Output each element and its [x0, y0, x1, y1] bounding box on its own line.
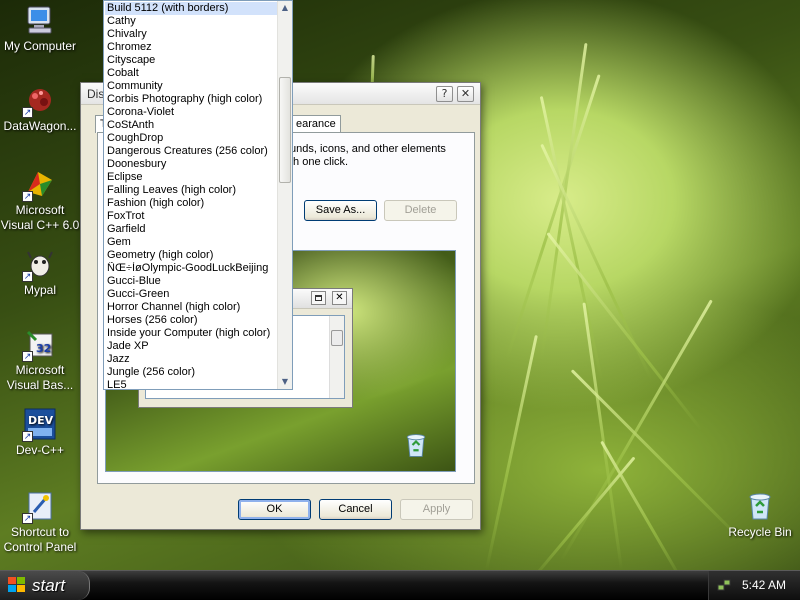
- button-label: Apply: [422, 503, 451, 515]
- theme-option[interactable]: Gucci-Blue: [105, 275, 277, 288]
- preview-recycle-bin-icon: [402, 431, 430, 459]
- clock[interactable]: 5:42 AM: [742, 571, 786, 600]
- desktop-icon-recycle-bin[interactable]: Recycle Bin: [720, 490, 800, 540]
- desktop-icon-label: Mypal: [23, 283, 56, 297]
- mypal-icon: ↗: [22, 248, 56, 282]
- theme-option[interactable]: Corona-Violet: [105, 106, 277, 119]
- visual-basic-icon: 32 ↗: [22, 328, 56, 362]
- start-button[interactable]: start: [0, 571, 90, 600]
- shortcut-arrow-icon: ↗: [22, 513, 33, 524]
- theme-option[interactable]: Jade XP: [105, 340, 277, 353]
- theme-option[interactable]: Horses (256 color): [105, 314, 277, 327]
- my-computer-icon: [24, 4, 56, 36]
- desktop-icon-label: DataWagon...: [3, 119, 77, 133]
- desktop-icon-my-computer[interactable]: My Computer: [0, 4, 80, 54]
- desktop-icon-label: Recycle Bin: [728, 525, 792, 539]
- desktop-icon-visual-cpp[interactable]: ↗ Microsoft Visual C++ 6.0: [0, 168, 80, 233]
- theme-option[interactable]: Corbis Photography (high color): [105, 93, 277, 106]
- windows-flag-icon: [8, 577, 26, 593]
- shortcut-arrow-icon: ↗: [22, 351, 33, 362]
- desktop-icon-label: Shortcut to Control Panel: [3, 525, 77, 554]
- theme-option[interactable]: Community: [105, 80, 277, 93]
- theme-option[interactable]: CoughDrop: [105, 132, 277, 145]
- theme-description: unds, icons, and other elements th one c…: [290, 143, 446, 169]
- desktop-icon-dev-cpp[interactable]: DEV ↗ Dev-C++: [0, 408, 80, 458]
- scroll-thumb[interactable]: [279, 77, 291, 183]
- shortcut-arrow-icon: ↗: [22, 191, 33, 202]
- apply-button[interactable]: Apply: [400, 499, 473, 520]
- shortcut-arrow-icon: ↗: [22, 431, 33, 442]
- theme-option[interactable]: Inside your Computer (high color): [105, 327, 277, 340]
- theme-option[interactable]: Chivalry: [105, 28, 277, 41]
- preview-scroll-thumb: [331, 330, 343, 346]
- save-as-button[interactable]: Save As...: [304, 200, 377, 221]
- theme-dropdown-list[interactable]: Build 5112 (with borders) Cathy Chivalry Ch…: [103, 0, 293, 390]
- desktop-icon-label: My Computer: [3, 39, 77, 53]
- tab-appearance[interactable]: earance: [291, 115, 341, 133]
- shortcut-arrow-icon: ↗: [22, 107, 33, 118]
- dropdown-scrollbar[interactable]: ▲ ▼: [277, 1, 292, 389]
- theme-option[interactable]: Cityscape: [105, 54, 277, 67]
- theme-option[interactable]: Dangerous Creatures (256 color): [105, 145, 277, 158]
- theme-option[interactable]: LE5: [105, 379, 277, 389]
- desktop-icon-label: Dev-C++: [15, 443, 65, 457]
- desktop-icon-datawagon[interactable]: ↗ DataWagon...: [0, 84, 80, 134]
- maximize-icon: [311, 291, 326, 305]
- start-label: start: [32, 576, 66, 595]
- theme-option[interactable]: Cathy: [105, 15, 277, 28]
- theme-option[interactable]: Eclipse: [105, 171, 277, 184]
- theme-option[interactable]: Build 5112 (with borders): [105, 2, 277, 15]
- theme-option[interactable]: Geometry (high color): [105, 249, 277, 262]
- theme-option[interactable]: Horror Channel (high color): [105, 301, 277, 314]
- theme-option[interactable]: Chromez: [105, 41, 277, 54]
- control-panel-icon: ↗: [22, 490, 56, 524]
- theme-option[interactable]: ÑŒ÷ÌøOlympic-GoodLuckBeijing: [105, 262, 277, 275]
- cancel-button[interactable]: Cancel: [319, 499, 392, 520]
- description-line: unds, icons, and other elements: [290, 143, 446, 155]
- desktop-icon-mypal[interactable]: ↗ Mypal: [0, 248, 80, 298]
- svg-text:32: 32: [36, 342, 51, 355]
- network-icon[interactable]: [717, 578, 731, 592]
- system-tray: 5:42 AM: [708, 571, 800, 600]
- close-icon: ✕: [460, 87, 471, 100]
- datawagon-icon: ↗: [22, 84, 56, 118]
- button-label: Save As...: [315, 204, 366, 216]
- theme-option[interactable]: Jungle (256 color): [105, 366, 277, 379]
- description-line: th one click.: [290, 156, 349, 168]
- visual-cpp-icon: ↗: [22, 168, 56, 202]
- close-button[interactable]: ✕: [457, 86, 474, 102]
- desktop-icon-label: Microsoft Visual Bas...: [6, 363, 74, 392]
- dialog-title: Dis: [87, 87, 105, 101]
- scroll-up-icon[interactable]: ▲: [278, 1, 292, 15]
- scroll-down-icon[interactable]: ▼: [278, 375, 292, 389]
- desktop-icon-visual-basic[interactable]: 32 ↗ Microsoft Visual Bas...: [0, 328, 80, 393]
- theme-option[interactable]: Fashion (high color): [105, 197, 277, 210]
- desktop-icon-label: Microsoft Visual C++ 6.0: [0, 203, 80, 232]
- delete-button[interactable]: Delete: [384, 200, 457, 221]
- button-label: Cancel: [338, 503, 373, 515]
- desktop-icon-control-panel[interactable]: ↗ Shortcut to Control Panel: [0, 490, 80, 555]
- theme-option[interactable]: Gem: [105, 236, 277, 249]
- tab-label: earance: [296, 118, 336, 130]
- theme-option[interactable]: Garfield: [105, 223, 277, 236]
- taskbar: start 5:42 AM: [0, 570, 800, 600]
- svg-text:DEV: DEV: [28, 414, 54, 427]
- shortcut-arrow-icon: ↗: [22, 271, 33, 282]
- button-label: OK: [266, 503, 283, 515]
- theme-option[interactable]: Doonesbury: [105, 158, 277, 171]
- theme-option[interactable]: Falling Leaves (high color): [105, 184, 277, 197]
- help-icon: ?: [441, 87, 448, 100]
- theme-option[interactable]: CoStAnth: [105, 119, 277, 132]
- preview-scrollbar: [329, 316, 344, 398]
- theme-option[interactable]: FoxTrot: [105, 210, 277, 223]
- theme-option[interactable]: Cobalt: [105, 67, 277, 80]
- ok-button[interactable]: OK: [238, 499, 311, 520]
- dev-cpp-icon: DEV ↗: [22, 408, 56, 442]
- close-icon: ✕: [332, 291, 347, 305]
- help-button[interactable]: ?: [436, 86, 453, 102]
- recycle-bin-icon: [744, 490, 776, 522]
- button-label: Delete: [404, 204, 437, 216]
- theme-option[interactable]: Gucci-Green: [105, 288, 277, 301]
- theme-option[interactable]: Jazz: [105, 353, 277, 366]
